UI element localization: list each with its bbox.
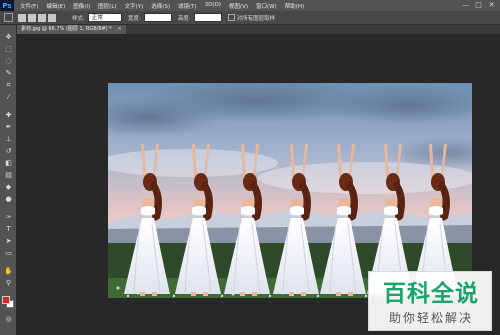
photoshop-logo: Ps	[0, 0, 14, 11]
sample-all-layers-checkbox[interactable]	[227, 14, 235, 21]
window-controls: — □ ✕	[457, 1, 496, 10]
menu-item[interactable]: 3D(D)	[205, 2, 221, 10]
marquee-icon[interactable]: ⬚	[4, 45, 13, 54]
eraser-icon[interactable]: ◧	[4, 159, 13, 168]
quick-mask-icon[interactable]: ◎	[4, 315, 13, 324]
eyedropper-icon[interactable]: ⁄	[4, 93, 13, 102]
document-canvas[interactable]	[108, 83, 472, 298]
menu-item[interactable]: 视图(V)	[229, 2, 248, 10]
width-input[interactable]	[143, 13, 172, 22]
document-tab[interactable]: 素材.jpg @ 66.7% (图层 1, RGB/8#) * ×	[17, 25, 126, 34]
brush-icon[interactable]: ✒	[4, 123, 13, 132]
menu-item[interactable]: 滤镜(T)	[178, 2, 197, 10]
menu-item[interactable]: 帮助(H)	[285, 2, 304, 10]
maximize-button[interactable]: □	[474, 1, 483, 10]
add-selection-icon[interactable]	[28, 13, 36, 22]
menu-item[interactable]: 编辑(E)	[46, 2, 65, 10]
zoom-icon[interactable]: ⚲	[4, 279, 13, 288]
blur-icon[interactable]: ◆	[4, 183, 13, 192]
lasso-icon[interactable]: ◌	[4, 57, 13, 66]
foreground-color-swatch[interactable]	[2, 296, 10, 304]
menu-item[interactable]: 窗口(W)	[256, 2, 277, 10]
sample-all-layers-label: 对所有图层取样	[236, 15, 276, 22]
document-tab-title: 素材.jpg @ 66.7% (图层 1, RGB/8#) *	[21, 26, 112, 32]
subtract-selection-icon[interactable]	[38, 13, 46, 22]
menu-item[interactable]: 文件(F)	[20, 2, 38, 10]
hand-icon[interactable]: ✋	[4, 267, 13, 276]
style-label: 样式:	[72, 15, 85, 22]
canvas-photo	[108, 83, 472, 298]
history-brush-icon[interactable]: ↺	[4, 147, 13, 156]
shape-icon[interactable]: ▭	[4, 249, 13, 258]
watermark-subtitle: 助你轻松解决	[388, 311, 473, 325]
minimize-button[interactable]: —	[461, 1, 470, 10]
watermark-title: 百科全说	[383, 281, 479, 307]
stamp-icon[interactable]: ⊥	[4, 135, 13, 144]
type-icon[interactable]: T	[4, 225, 13, 234]
document-tab-bar: 素材.jpg @ 66.7% (图层 1, RGB/8#) * ×	[17, 25, 500, 34]
dodge-icon[interactable]: ●	[4, 195, 13, 204]
move-icon[interactable]: ✥	[4, 33, 13, 42]
width-label: 宽度:	[127, 15, 141, 22]
options-bar: 样式: 正常 宽度: 高度: 对所有图层取样	[0, 11, 500, 25]
intersect-selection-icon[interactable]	[48, 13, 56, 22]
close-tab-icon[interactable]: ×	[117, 26, 121, 32]
menu-bar: Ps 文件(F) 编辑(E) 图像(I) 图层(L) 文字(Y) 选择(S) 滤镜(T) 3D…	[0, 0, 500, 11]
height-input[interactable]	[193, 13, 222, 22]
healing-icon[interactable]: ✚	[4, 111, 13, 120]
quick-select-icon[interactable]: ✎	[4, 69, 13, 78]
pen-icon[interactable]: ✑	[4, 213, 13, 222]
menu-items: 文件(F) 编辑(E) 图像(I) 图层(L) 文字(Y) 选择(S) 滤镜(T) 3D(D)…	[20, 2, 312, 10]
menu-item[interactable]: 选择(S)	[151, 2, 170, 10]
tool-preset-icon[interactable]	[4, 13, 13, 22]
new-selection-icon[interactable]	[18, 13, 26, 22]
menu-item[interactable]: 文字(Y)	[125, 2, 144, 10]
tools-panel: ✥ ⬚ ◌ ✎ ⌗ ⁄ ✚ ✒ ⊥ ↺ ◧ ▤ ◆ ● ✑ T ➤ ▭ ✋ ⚲ …	[0, 25, 17, 335]
height-label: 高度:	[177, 15, 191, 22]
style-select[interactable]: 正常	[87, 13, 122, 22]
watermark-badge: 百科全说 助你轻松解决	[368, 271, 492, 331]
gradient-icon[interactable]: ▤	[4, 171, 13, 180]
path-select-icon[interactable]: ➤	[4, 237, 13, 246]
close-button[interactable]: ✕	[487, 1, 496, 10]
menu-item[interactable]: 图层(L)	[98, 2, 116, 10]
menu-item[interactable]: 图像(I)	[73, 2, 90, 10]
crop-icon[interactable]: ⌗	[4, 81, 13, 90]
